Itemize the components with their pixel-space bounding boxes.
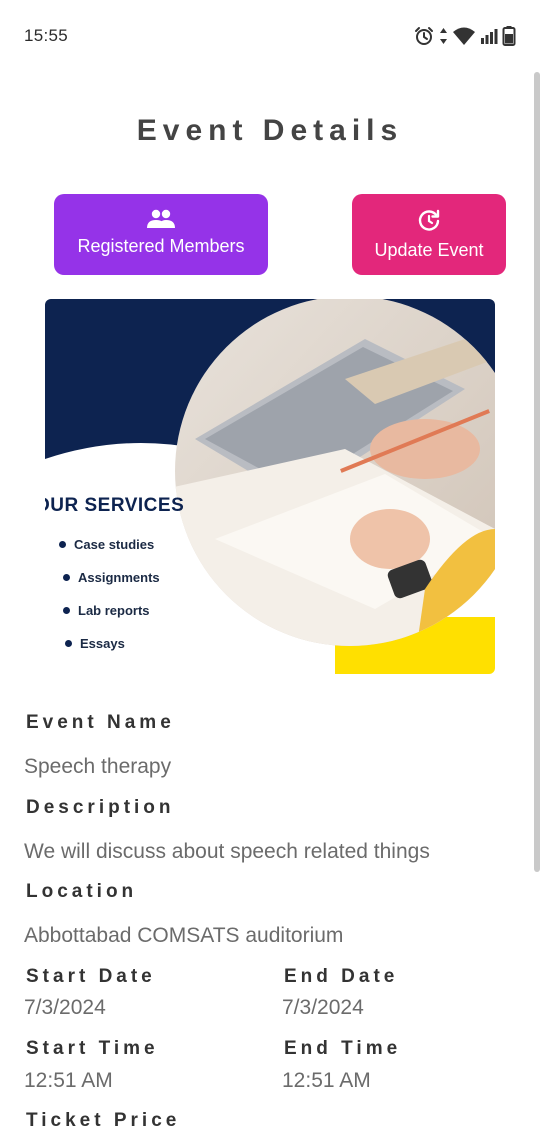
battery-icon xyxy=(502,25,516,47)
registered-members-button[interactable]: Registered Members xyxy=(54,194,268,275)
banner-list-item: Essays xyxy=(65,636,162,666)
scrollbar[interactable] xyxy=(534,72,540,872)
status-time: 15:55 xyxy=(24,26,69,45)
group-icon xyxy=(54,208,268,230)
start-date-value: 7/3/2024 xyxy=(24,996,106,1019)
ticket-price-label: Ticket Price xyxy=(26,1110,181,1131)
start-time-value: 12:51 AM xyxy=(24,1069,113,1092)
update-event-label: Update Event xyxy=(374,240,484,260)
event-name-label: Event Name xyxy=(26,712,175,733)
banner-list-item: Assignments xyxy=(63,570,160,603)
alarm-icon xyxy=(413,25,435,47)
end-date-value: 7/3/2024 xyxy=(282,996,364,1019)
event-banner-image: OUR SERVICES Case studies Assignments La… xyxy=(45,299,495,674)
update-event-button[interactable]: Update Event xyxy=(352,194,506,275)
description-label: Description xyxy=(26,797,175,818)
page-title: Event Details xyxy=(136,114,404,147)
status-icons xyxy=(413,24,516,48)
event-name-value: Speech therapy xyxy=(24,755,172,778)
registered-members-label: Registered Members xyxy=(77,236,245,256)
description-value: We will discuss about speech related thi… xyxy=(24,840,430,863)
location-value: Abbottabad COMSATS auditorium xyxy=(24,924,344,947)
end-time-value: 12:51 AM xyxy=(282,1069,371,1092)
end-date-label: End Date xyxy=(284,966,399,987)
banner-list-item: Lab reports xyxy=(63,603,160,636)
banner-list-item: Case studies xyxy=(59,537,156,570)
start-date-label: Start Date xyxy=(26,966,156,987)
location-label: Location xyxy=(26,881,138,902)
refresh-icon xyxy=(352,208,506,234)
start-time-label: Start Time xyxy=(26,1038,159,1059)
end-time-label: End Time xyxy=(284,1038,402,1059)
banner-heading: OUR SERVICES xyxy=(45,495,185,516)
signal-icon xyxy=(480,27,498,45)
wifi-icon xyxy=(452,26,476,46)
banner-list: Case studies Assignments Lab reports Ess… xyxy=(59,537,160,666)
status-bar: 15:55 xyxy=(0,0,540,72)
data-arrows-icon xyxy=(439,26,448,46)
